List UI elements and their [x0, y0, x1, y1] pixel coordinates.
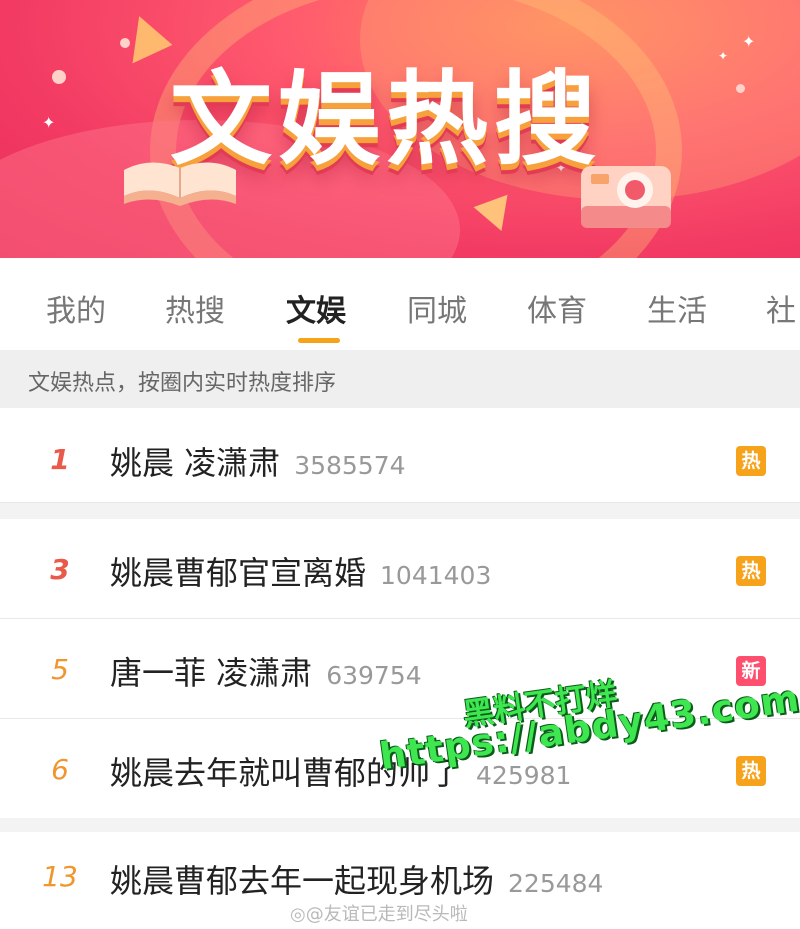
banner-dot	[736, 84, 745, 93]
tab-life[interactable]: 生活	[647, 286, 707, 330]
active-tab-indicator	[298, 338, 340, 343]
hot-badge: 热	[736, 556, 766, 586]
banner: ✦ ✦ ✦ ✦ 文娱热搜	[0, 0, 800, 258]
tab-hot-search[interactable]: 热搜	[165, 286, 225, 330]
info-bar: 文娱热点，按圈内实时热度排序	[0, 350, 800, 408]
rank-number: 6	[51, 753, 69, 786]
heat-count: 225484	[508, 869, 604, 898]
heat-count: 639754	[326, 661, 422, 690]
list-item[interactable]: 1 姚晨 凌潇肃 3585574 热	[0, 416, 800, 503]
tab-local[interactable]: 同城	[407, 286, 467, 330]
banner-shape	[115, 8, 173, 64]
category-tabs: 我的 热搜 文娱 同城 体育 生活 社	[0, 258, 800, 350]
tab-mine[interactable]: 我的	[46, 286, 106, 330]
list-item[interactable]: 3 姚晨曹郁官宣离婚 1041403 热	[0, 526, 800, 619]
topic-title: 姚晨曹郁去年一起现身机场 225484	[110, 862, 604, 900]
sparkle-icon: ✦	[742, 32, 756, 51]
banner-dot	[52, 70, 66, 84]
list-gap	[0, 503, 800, 519]
tab-society[interactable]: 社	[766, 286, 796, 330]
heat-count: 1041403	[380, 561, 492, 590]
book-icon	[124, 162, 236, 206]
tab-entertainment[interactable]: 文娱	[286, 286, 346, 330]
hot-badge: 热	[736, 756, 766, 786]
hot-badge: 热	[736, 446, 766, 476]
sparkle-icon: ✦	[42, 113, 56, 132]
topic-title: 唐一菲 凌潇肃 639754	[110, 654, 422, 692]
list-gap	[0, 818, 800, 832]
weibo-icon: ◎	[290, 904, 306, 925]
info-text: 文娱热点，按圈内实时热度排序	[28, 371, 337, 396]
weibo-watermark: ◎@友谊已走到尽头啦	[290, 904, 468, 925]
tab-sports[interactable]: 体育	[527, 286, 587, 330]
rank-number: 5	[51, 653, 69, 686]
camera-icon	[581, 166, 671, 228]
rank-number: 3	[50, 553, 70, 586]
rank-number: 1	[50, 443, 70, 476]
rank-number: 13	[42, 860, 78, 893]
heat-count: 3585574	[294, 451, 406, 480]
topic-title: 姚晨 凌潇肃 3585574	[110, 444, 406, 482]
topic-title: 姚晨曹郁官宣离婚 1041403	[110, 554, 492, 592]
sparkle-icon: ✦	[718, 49, 729, 63]
heat-count: 425981	[476, 761, 572, 790]
